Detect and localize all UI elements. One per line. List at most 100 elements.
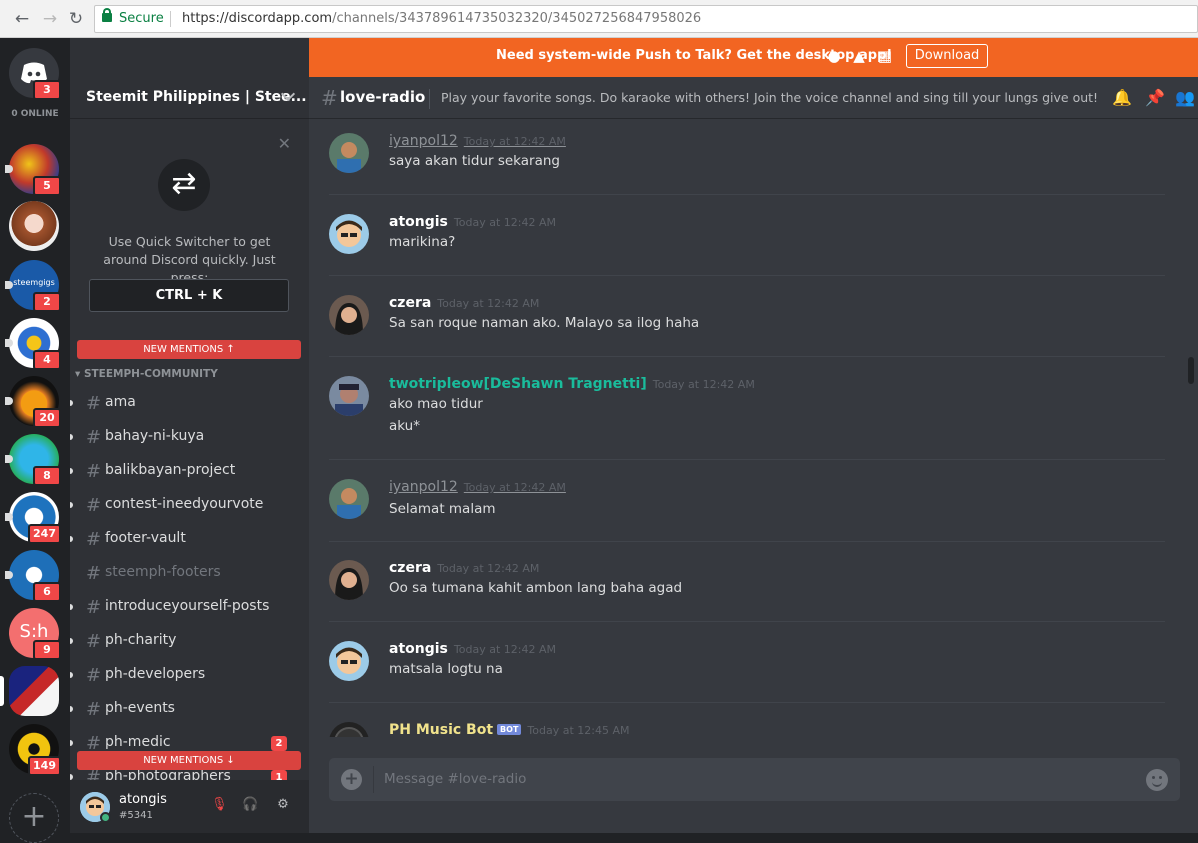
channel-item[interactable]: # introduceyourself-posts xyxy=(70,593,302,621)
message-input[interactable]: Message #love-radio xyxy=(384,771,526,787)
server-icon[interactable]: 20 xyxy=(5,376,61,428)
avatar[interactable] xyxy=(329,722,369,737)
emoji-picker-icon[interactable] xyxy=(1146,769,1168,791)
message-author[interactable]: twotripleow[DeShawn Tragnetti] Today at 1… xyxy=(389,376,755,392)
server-icon[interactable]: 6 xyxy=(5,550,61,602)
message-text: saya akan tidur sekarang xyxy=(389,153,560,169)
author-name: atongis xyxy=(389,214,448,230)
url-host: https://discordapp.com xyxy=(182,11,333,26)
apple-icon[interactable]: ● xyxy=(825,47,843,67)
bot-tag: BOT xyxy=(497,724,522,735)
new-mentions-top[interactable]: NEW MENTIONS ↑ xyxy=(77,340,301,359)
unread-dot xyxy=(70,502,73,508)
avatar-image xyxy=(329,641,369,681)
message-author[interactable]: iyanpol12 Today at 12:42 AM xyxy=(389,133,566,149)
server-badge: 5 xyxy=(33,176,61,196)
server-icon[interactable] xyxy=(9,201,59,251)
server-badge: 20 xyxy=(33,408,61,428)
channel-name: introduceyourself-posts xyxy=(105,598,270,614)
close-icon[interactable]: ✕ xyxy=(278,134,291,153)
channel-item[interactable]: # bahay-ni-kuya xyxy=(70,423,302,451)
scrollbar-thumb[interactable] xyxy=(1188,357,1194,384)
message-author[interactable]: PH Music Bot BOT Today at 12:45 AM xyxy=(389,722,629,737)
message-author[interactable]: czera Today at 12:42 AM xyxy=(389,560,539,576)
selected-indicator xyxy=(0,676,4,706)
server-icon-active[interactable] xyxy=(0,666,59,716)
channel-topic[interactable]: Play your favorite songs. Do karaoke wit… xyxy=(441,90,1098,105)
channel-item[interactable]: # ph-events xyxy=(70,695,302,723)
gear-icon[interactable]: ⚙ xyxy=(275,797,291,813)
channel-name: bahay-ni-kuya xyxy=(105,428,205,444)
avatar[interactable] xyxy=(329,133,369,173)
discord-home-button[interactable]: 3 xyxy=(9,48,61,100)
server-badge: 9 xyxy=(33,640,61,660)
channel-item[interactable]: # balikbayan-project xyxy=(70,457,302,485)
hash-icon: # xyxy=(86,597,102,618)
url-path: /channels/343789614735032320/34502725684… xyxy=(332,11,702,26)
channel-name: ph-developers xyxy=(105,666,206,682)
mute-microphone-icon[interactable]: 🎙 xyxy=(211,797,228,813)
message-divider xyxy=(329,702,1165,703)
category-header[interactable]: ▾ STEEMPH-COMMUNITY xyxy=(75,368,218,380)
message-author[interactable]: iyanpol12 Today at 12:42 AM xyxy=(389,479,566,495)
reload-icon[interactable]: ↻ xyxy=(66,9,86,29)
back-icon[interactable]: ← xyxy=(12,9,32,29)
url-text[interactable]: https://discordapp.com/channels/34378961… xyxy=(182,11,701,26)
unread-dot xyxy=(70,706,73,712)
avatar[interactable] xyxy=(329,560,369,600)
server-icon[interactable]: 149 xyxy=(9,724,61,776)
hash-icon: # xyxy=(86,393,102,414)
server-icon[interactable]: 5 xyxy=(5,144,61,196)
avatar[interactable] xyxy=(329,214,369,254)
guild-name: Steemit Philippines | Stee... xyxy=(86,89,307,105)
server-icon-sh[interactable]: S:h 9 xyxy=(9,608,61,660)
members-icon[interactable]: 👥 xyxy=(1175,88,1195,108)
online-count: 0 ONLINE xyxy=(11,109,59,119)
message-author[interactable]: czera Today at 12:42 AM xyxy=(389,295,539,311)
add-server-button[interactable]: + xyxy=(9,793,59,843)
channel-item[interactable]: # contest-ineedyourvote xyxy=(70,491,302,519)
message-text: marikina? xyxy=(389,234,456,250)
unread-dot xyxy=(70,434,73,440)
channel-item[interactable]: # ama xyxy=(70,389,302,417)
message-list: iyanpol12 Today at 12:42 AM saya akan tid… xyxy=(309,119,1198,737)
server-icon[interactable]: 4 xyxy=(5,318,61,370)
server-icon[interactable]: 8 xyxy=(5,434,61,486)
avatar[interactable] xyxy=(329,295,369,335)
unread-indicator xyxy=(5,281,13,289)
avatar[interactable] xyxy=(329,641,369,681)
avatar[interactable] xyxy=(329,376,369,416)
message-timestamp: Today at 12:42 AM xyxy=(463,481,566,494)
pin-icon[interactable]: 📌 xyxy=(1145,88,1165,108)
server-icon[interactable]: 247 xyxy=(5,492,61,544)
unread-dot xyxy=(70,740,73,746)
android-icon[interactable]: ▲ xyxy=(850,47,868,67)
message-timestamp: Today at 12:42 AM xyxy=(437,562,540,575)
message-timestamp: Today at 12:42 AM xyxy=(652,378,755,391)
server-icon-steemgigs[interactable]: steemgigs 2 xyxy=(5,260,61,312)
unread-indicator xyxy=(5,513,13,521)
headphones-icon[interactable]: 🎧 xyxy=(242,797,258,813)
message-composer[interactable]: + Message #love-radio xyxy=(329,758,1180,801)
message-divider xyxy=(329,541,1165,542)
forward-icon[interactable]: → xyxy=(40,9,60,29)
upload-plus-icon[interactable]: + xyxy=(341,769,362,790)
message-author[interactable]: atongis Today at 12:42 AM xyxy=(389,641,556,657)
chat-area: Need system-wide Push to Talk? Get the d… xyxy=(309,38,1198,833)
channel-item[interactable]: # ph-charity xyxy=(70,627,302,655)
windows-icon[interactable]: ▦ xyxy=(876,47,894,67)
hash-icon: # xyxy=(86,461,102,482)
channel-item[interactable]: # steemph-footers xyxy=(78,559,302,587)
channel-name: ama xyxy=(105,394,136,410)
channel-item[interactable]: # ph-developers xyxy=(70,661,302,689)
guild-header[interactable]: Steemit Philippines | Stee... xyxy=(70,77,309,119)
avatar[interactable] xyxy=(329,479,369,519)
channel-item[interactable]: # footer-vault xyxy=(70,525,302,553)
download-button[interactable]: Download xyxy=(906,44,988,68)
unread-indicator xyxy=(5,455,13,463)
new-mentions-bottom[interactable]: NEW MENTIONS ↓ xyxy=(77,751,301,770)
bell-icon[interactable]: 🔔 xyxy=(1112,88,1132,108)
channel-name: balikbayan-project xyxy=(105,462,236,478)
message-author[interactable]: atongis Today at 12:42 AM xyxy=(389,214,556,230)
address-bar[interactable]: Secure https://discordapp.com/channels/3… xyxy=(94,5,1198,33)
